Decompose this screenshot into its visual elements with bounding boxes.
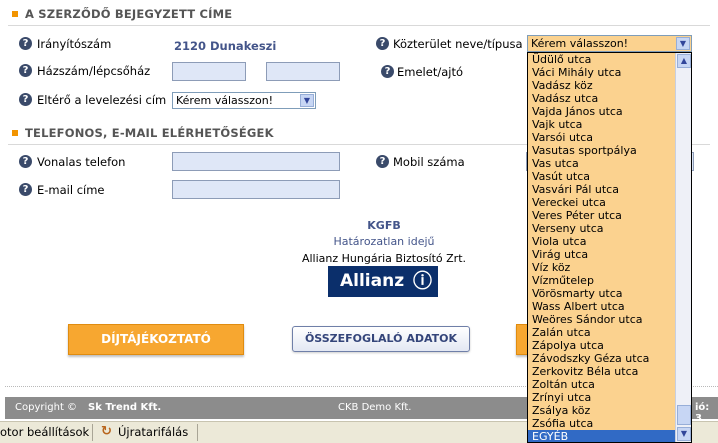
dropdown-option[interactable]: Vadász köz: [528, 79, 691, 92]
help-icon[interactable]: ?: [19, 93, 32, 106]
dropdown-option[interactable]: Víz köz: [528, 261, 691, 274]
scroll-down-icon[interactable]: ▼: [677, 427, 691, 441]
dropdown-option[interactable]: Vajda János utca: [528, 105, 691, 118]
dropdown-option[interactable]: Zerkovitz Béla utca: [528, 365, 691, 378]
footer-center-text: CKB Demo Kft.: [338, 402, 412, 413]
dropdown-option[interactable]: Virág utca: [528, 248, 691, 261]
contact-section-title: TELEFONOS, E-MAIL ELÉRHETŐSÉGEK: [25, 126, 274, 140]
dropdown-option[interactable]: Vörösmarty utca: [528, 287, 691, 300]
dropdown-option[interactable]: Üdülő utca: [528, 53, 691, 66]
help-icon[interactable]: ?: [376, 155, 389, 168]
company-name: Sk Trend Kft.: [88, 402, 162, 413]
dropdown-option[interactable]: Vas utca: [528, 157, 691, 170]
scroll-thumb[interactable]: [677, 405, 691, 425]
zip-label: Irányítószám: [37, 37, 112, 51]
staircase-input[interactable]: [266, 62, 340, 81]
phone-input[interactable]: [172, 152, 340, 171]
dropdown-option[interactable]: Weöres Sándor utca: [528, 313, 691, 326]
help-icon[interactable]: ?: [381, 65, 394, 78]
dropdown-option[interactable]: Zoltán utca: [528, 378, 691, 391]
dropdown-option[interactable]: Váci Mihály utca: [528, 66, 691, 79]
street-dropdown-list[interactable]: Üdülő utca Váci Mihály utca Vadász köz Vadá…: [527, 52, 692, 443]
address-section-header: A SZERZŐDŐ BEJEGYZETT CÍME: [8, 6, 710, 26]
zip-value: 2120 Dunakeszi: [174, 39, 277, 53]
dropdown-option[interactable]: Vasút utca: [528, 170, 691, 183]
contract-duration: Határozatlan idejű: [333, 235, 435, 248]
scroll-up-icon[interactable]: ▲: [677, 54, 691, 68]
help-icon[interactable]: ?: [376, 37, 389, 50]
help-icon[interactable]: ?: [19, 155, 32, 168]
street-type-select[interactable]: Kérem válasszon! ▼: [527, 35, 692, 52]
dropdown-scrollbar[interactable]: ▲ ▼: [675, 53, 691, 442]
allianz-logo: Allianz ⓘ: [328, 266, 438, 297]
email-label: E-mail címe: [37, 183, 105, 197]
logo-text: Allianz: [340, 271, 405, 291]
section-bullet: [12, 11, 18, 17]
street-type-label: Közterület neve/típusa: [393, 37, 523, 51]
house-label: Házszám/lépcsőház: [37, 64, 151, 78]
fee-info-button[interactable]: DÍJTÁJÉKOZTATÓ: [68, 324, 244, 355]
chevron-down-icon[interactable]: ▼: [300, 94, 314, 107]
house-number-input[interactable]: [172, 62, 246, 81]
dropdown-option[interactable]: Zrínyi utca: [528, 391, 691, 404]
dropdown-option[interactable]: Vasutas sportpálya: [528, 144, 691, 157]
copyright-text: Copyright ©: [15, 402, 78, 413]
phone-label: Vonalas telefon: [37, 155, 126, 169]
help-icon[interactable]: ?: [19, 64, 32, 77]
mailing-select-value: Kérem válasszon!: [176, 94, 274, 107]
dropdown-option[interactable]: Veres Péter utca: [528, 209, 691, 222]
dropdown-option[interactable]: Zsálya köz: [528, 404, 691, 417]
insurer-name: Allianz Hungária Biztosító Zrt.: [301, 252, 467, 265]
retarify-button[interactable]: Újratarifálás: [118, 425, 188, 439]
product-name: KGFB: [367, 219, 401, 232]
dropdown-option[interactable]: Vasvári Pál utca: [528, 183, 691, 196]
dropdown-option[interactable]: Verseny utca: [528, 222, 691, 235]
summary-button[interactable]: ÖSSZEFOGLALÓ ADATOK: [292, 326, 470, 352]
allianz-emblem-icon: ⓘ: [412, 270, 432, 292]
refresh-icon[interactable]: ↻: [101, 424, 112, 439]
dropdown-options: Üdülő utca Váci Mihály utca Vadász köz Vadá…: [528, 53, 691, 442]
floor-label: Emelet/ajtó: [397, 65, 463, 79]
dropdown-option[interactable]: Zsófia utca: [528, 417, 691, 430]
dropdown-option[interactable]: Zalán utca: [528, 326, 691, 339]
help-icon[interactable]: ?: [19, 183, 32, 196]
dropdown-option[interactable]: Viola utca: [528, 235, 691, 248]
email-input[interactable]: [172, 180, 340, 199]
chevron-down-icon[interactable]: ▼: [676, 37, 690, 50]
address-section-title: A SZERZŐDŐ BEJEGYZETT CÍME: [25, 7, 233, 21]
mailing-label: Eltérő a levelezési cím: [37, 93, 167, 107]
dropdown-option[interactable]: Vajk utca: [528, 118, 691, 131]
dropdown-option[interactable]: Závodszky Géza utca: [528, 352, 691, 365]
section-bullet: [12, 130, 18, 136]
dropdown-option[interactable]: Vízműtelep: [528, 274, 691, 287]
dropdown-option[interactable]: Wass Albert utca: [528, 300, 691, 313]
dropdown-option[interactable]: EGYÉB: [528, 430, 691, 442]
dropdown-option[interactable]: Zápolya utca: [528, 339, 691, 352]
dropdown-option[interactable]: Vadász utca: [528, 92, 691, 105]
taskbar-settings-item[interactable]: otor beállítások: [0, 425, 89, 439]
mailing-address-select[interactable]: Kérem válasszon! ▼: [172, 92, 316, 109]
dropdown-option[interactable]: Vereckei utca: [528, 196, 691, 209]
dropdown-option[interactable]: Varsói utca: [528, 131, 691, 144]
street-select-value: Kérem válasszon!: [531, 37, 629, 50]
taskbar-divider: [197, 424, 198, 441]
taskbar-divider: [92, 424, 93, 441]
mobile-label: Mobil száma: [393, 155, 465, 169]
help-icon[interactable]: ?: [19, 37, 32, 50]
